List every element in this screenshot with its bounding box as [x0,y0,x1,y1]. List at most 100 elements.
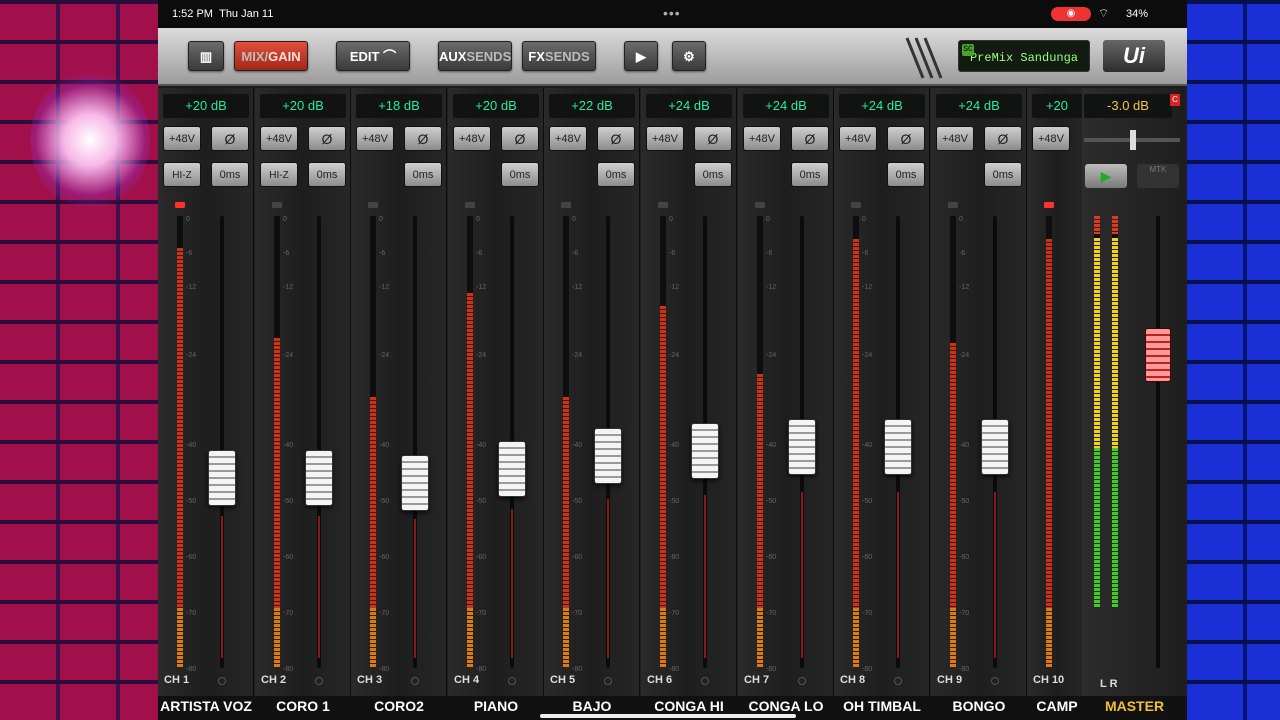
delay-button[interactable]: 0ms [404,162,442,187]
edit-button[interactable]: EDIT ⌒ [336,41,410,71]
channel-name[interactable]: CONGA LO [738,698,834,714]
delay-button[interactable]: 0ms [694,162,732,187]
phantom-power-button[interactable]: +48V [163,126,201,151]
channel-fader[interactable] [208,450,236,506]
background-wall-right [1187,0,1280,720]
phase-invert-button[interactable]: Ø [791,126,829,151]
pan-knob[interactable] [1130,130,1136,150]
link-icon[interactable] [315,677,323,685]
gain-readout[interactable]: +24 dB [839,94,925,118]
db-scale-label: -70 [476,610,487,617]
multitask-dots-icon[interactable]: ••• [663,5,681,21]
gain-readout[interactable]: +22 dB [549,94,635,118]
delay-button[interactable]: 0ms [501,162,539,187]
phantom-power-button[interactable]: +48V [453,126,491,151]
db-scale-label: -60 [283,554,294,561]
channel-name[interactable]: CORO2 [351,698,447,714]
settings-button[interactable]: ⚙ [672,41,706,71]
mix-gain-button[interactable]: MIX/GAIN [234,41,308,71]
phase-invert-button[interactable]: Ø [404,126,442,151]
link-icon[interactable] [508,677,516,685]
channel-name[interactable]: CONGA HI [641,698,737,714]
master-play-button[interactable]: ▶ [1085,164,1127,188]
channel-fader[interactable] [498,441,526,497]
delay-button[interactable]: 0ms [597,162,635,187]
link-icon[interactable] [604,677,612,685]
master-pan-slider[interactable] [1084,130,1180,150]
play-button[interactable]: ▶ [624,41,658,71]
channel-fader[interactable] [691,423,719,479]
channel-name[interactable]: ARTISTA VOZ [158,698,254,714]
hi-z-button[interactable]: HI-Z [260,162,298,187]
phase-invert-button[interactable]: Ø [308,126,346,151]
phantom-power-button[interactable]: +48V [646,126,684,151]
channel-name[interactable]: CAMP [1027,698,1087,714]
delay-button[interactable]: 0ms [791,162,829,187]
db-scale-label: -60 [959,554,970,561]
home-indicator[interactable] [540,714,796,718]
link-icon[interactable] [798,677,806,685]
gain-readout[interactable]: +24 dB [646,94,732,118]
channel-fader[interactable] [788,419,816,475]
link-icon[interactable] [218,677,226,685]
db-scale-label: -40 [283,442,294,449]
fx-sends-button[interactable]: FXSENDS [522,41,596,71]
phantom-power-button[interactable]: +48V [260,126,298,151]
gain-readout[interactable]: +24 dB [743,94,829,118]
gain-readout[interactable]: +20 dB [453,94,539,118]
mtk-button[interactable]: MTK [1137,164,1179,188]
master-fader[interactable] [1145,328,1171,382]
overview-button[interactable]: ▥ [188,41,224,71]
channel-name[interactable]: CORO 1 [255,698,351,714]
ui-logo[interactable]: Ui [1103,40,1165,72]
delay-button[interactable]: 0ms [984,162,1022,187]
clip-indicator [948,202,958,208]
link-icon[interactable] [411,677,419,685]
channel-name[interactable]: PIANO [448,698,544,714]
phase-invert-button[interactable]: Ø [887,126,925,151]
channel-name[interactable]: BAJO [544,698,640,714]
phase-invert-button[interactable]: Ø [694,126,732,151]
channel-name[interactable]: BONGO [931,698,1027,714]
hi-z-button[interactable]: HI-Z [163,162,201,187]
channel-fader[interactable] [401,455,429,511]
delay-button[interactable]: 0ms [887,162,925,187]
db-scale-label: -50 [186,498,197,505]
menu-slash-icon[interactable] [903,34,943,80]
db-scale-label: -70 [572,610,583,617]
channel-fader[interactable] [981,419,1009,475]
delay-button[interactable]: 0ms [308,162,346,187]
delay-button[interactable]: 0ms [211,162,249,187]
master-gain-readout[interactable]: -3.0 dB [1084,94,1172,118]
link-icon[interactable] [701,677,709,685]
db-scale-label: -50 [862,498,873,505]
preset-display[interactable]: SC PreMix Sandunga [958,40,1090,72]
channel-fader[interactable] [884,419,912,475]
gain-readout[interactable]: +20 dB [260,94,346,118]
master-meter-left [1094,216,1100,608]
master-fader-track [1156,216,1160,668]
gain-readout[interactable]: +18 dB [356,94,442,118]
gain-readout[interactable]: +20 [1032,94,1082,118]
aux-sends-button[interactable]: AUXSENDS [438,41,512,71]
phase-invert-button[interactable]: Ø [211,126,249,151]
phantom-power-button[interactable]: +48V [839,126,877,151]
gain-readout[interactable]: +20 dB [163,94,249,118]
phase-invert-button[interactable]: Ø [597,126,635,151]
phantom-power-button[interactable]: +48V [356,126,394,151]
phantom-power-button[interactable]: +48V [743,126,781,151]
channel-name[interactable]: OH TIMBAL [834,698,930,714]
meter-fill-green [1094,448,1100,608]
master-name[interactable]: MASTER [1082,698,1187,714]
phantom-power-button[interactable]: +48V [936,126,974,151]
phase-invert-button[interactable]: Ø [501,126,539,151]
gain-readout[interactable]: +24 dB [936,94,1022,118]
link-icon[interactable] [894,677,902,685]
channel-fader[interactable] [594,428,622,484]
channel-fader[interactable] [305,450,333,506]
link-icon[interactable] [991,677,999,685]
phantom-power-button[interactable]: +48V [1032,126,1070,151]
phantom-power-button[interactable]: +48V [549,126,587,151]
phase-invert-button[interactable]: Ø [984,126,1022,151]
wifi-icon: ⌔ [1098,6,1110,20]
